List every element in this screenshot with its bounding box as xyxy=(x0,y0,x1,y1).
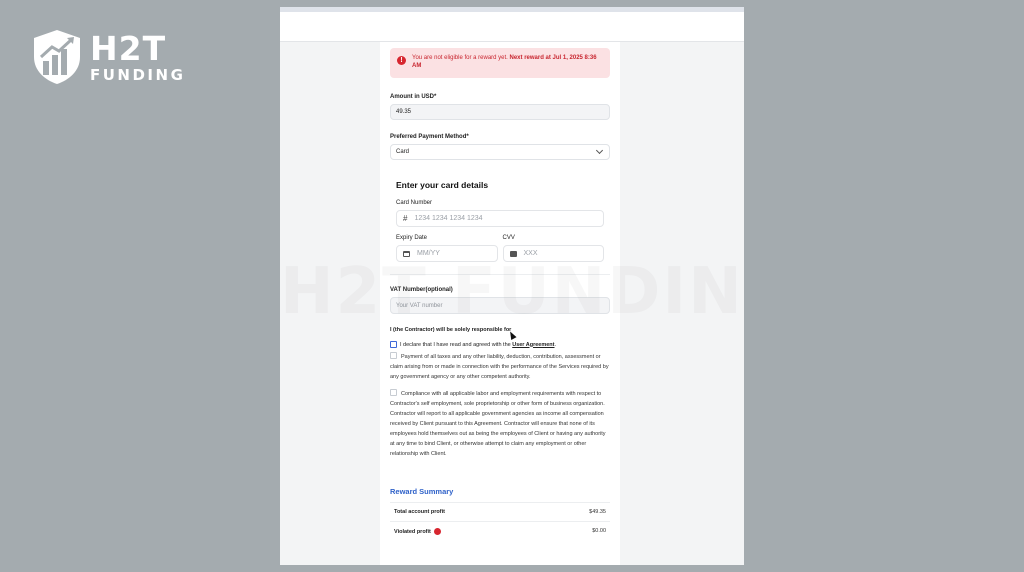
eligibility-alert: ! You are not eligible for a reward yet.… xyxy=(390,48,610,78)
agreement-text: I declare that I have read and agreed wi… xyxy=(400,341,513,348)
shield-chart-icon xyxy=(34,30,80,84)
summary-row-violated-profit: Violated profit $0.00 xyxy=(390,521,610,540)
reward-summary-title: Reward Summary xyxy=(390,487,454,496)
payment-method-label: Preferred Payment Method* xyxy=(390,134,469,140)
compliance-checkbox[interactable] xyxy=(390,389,397,397)
warning-icon[interactable] xyxy=(433,527,441,535)
card-number-label: Card Number xyxy=(396,200,433,206)
card-details-section: Enter your card details Card Number # 12… xyxy=(390,170,610,275)
responsibility-heading: I (the Contractor) will be solely respon… xyxy=(390,327,512,333)
amount-input[interactable]: 49.35 xyxy=(390,104,610,120)
vat-placeholder: Your VAT number xyxy=(396,302,443,309)
card-number-input[interactable]: # 1234 1234 1234 1234 xyxy=(396,210,604,227)
hash-icon: # xyxy=(403,214,408,223)
vat-input[interactable]: Your VAT number xyxy=(390,297,610,314)
compliance-clause: Compliance with all applicable labor and… xyxy=(390,389,610,459)
alert-icon: ! xyxy=(397,56,406,65)
calendar-icon xyxy=(403,250,410,257)
cvv-label: CVV xyxy=(502,235,515,241)
payment-method-select[interactable]: Card xyxy=(390,144,610,160)
agreement-checkbox[interactable] xyxy=(390,341,397,348)
h2t-logo: H2T FUNDING xyxy=(32,29,185,85)
logo-sub-text: FUNDING xyxy=(90,65,186,84)
payout-form: ! You are not eligible for a reward yet.… xyxy=(380,42,620,565)
browser-frame: ! You are not eligible for a reward yet.… xyxy=(280,7,744,565)
amount-value: 49.35 xyxy=(396,109,412,115)
taxes-clause-text: Payment of all taxes and any other liabi… xyxy=(390,354,609,380)
summary-value: $49.35 xyxy=(589,509,606,515)
payment-method-value: Card xyxy=(396,149,410,155)
cvv-placeholder: XXX xyxy=(523,250,538,257)
expiry-label: Expiry Date xyxy=(396,235,428,241)
compliance-clause-text: Compliance with all applicable labor and… xyxy=(390,391,606,457)
agreement-row: I declare that I have read and agreed wi… xyxy=(390,341,610,348)
user-agreement-link[interactable]: User Agreement xyxy=(512,342,554,348)
alert-text: You are not eligible for a reward yet. xyxy=(412,55,510,61)
taxes-checkbox[interactable] xyxy=(390,352,397,360)
expiry-placeholder: MM/YY xyxy=(417,250,440,257)
cvv-input[interactable]: XXX xyxy=(502,245,604,262)
summary-row-total-profit: Total account profit $49.35 xyxy=(390,502,610,521)
amount-label: Amount in USD* xyxy=(390,94,437,100)
summary-label: Total account profit xyxy=(394,509,445,515)
card-details-title: Enter your card details xyxy=(396,180,489,190)
top-bar xyxy=(280,7,744,42)
credit-card-icon xyxy=(509,250,517,257)
expiry-input[interactable]: MM/YY xyxy=(396,245,498,262)
card-number-placeholder: 1234 1234 1234 1234 xyxy=(414,215,483,222)
summary-value: $0.00 xyxy=(592,528,606,534)
summary-label: Violated profit xyxy=(394,528,431,535)
vat-label: VAT Number(optional) xyxy=(390,287,453,293)
taxes-clause: Payment of all taxes and any other liabi… xyxy=(390,352,610,382)
chevron-down-icon xyxy=(595,146,604,155)
logo-main-text: H2T xyxy=(90,28,167,68)
